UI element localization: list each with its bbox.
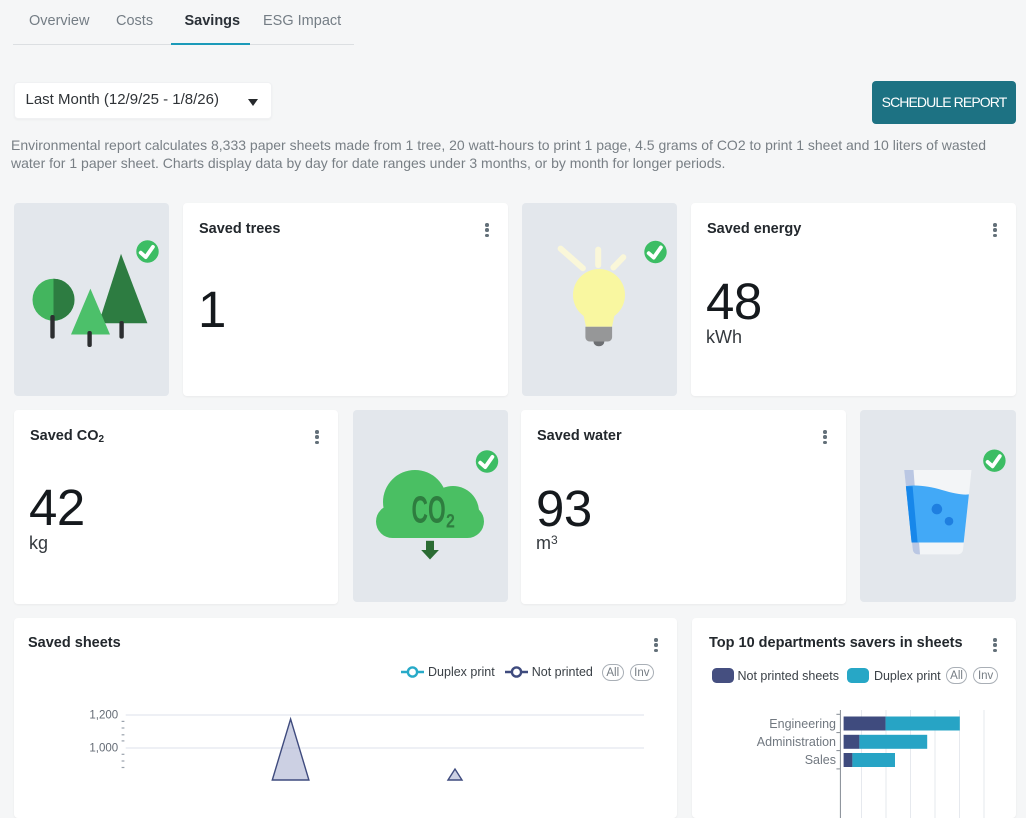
svg-text:2: 2: [446, 510, 455, 532]
svg-text:CO: CO: [412, 488, 446, 530]
svg-text:Sales: Sales: [805, 753, 836, 767]
svg-text:1,000: 1,000: [89, 742, 118, 754]
svg-text:Administration: Administration: [757, 735, 836, 749]
svg-text:Engineering: Engineering: [769, 717, 836, 731]
svg-text:1,200: 1,200: [89, 709, 118, 721]
